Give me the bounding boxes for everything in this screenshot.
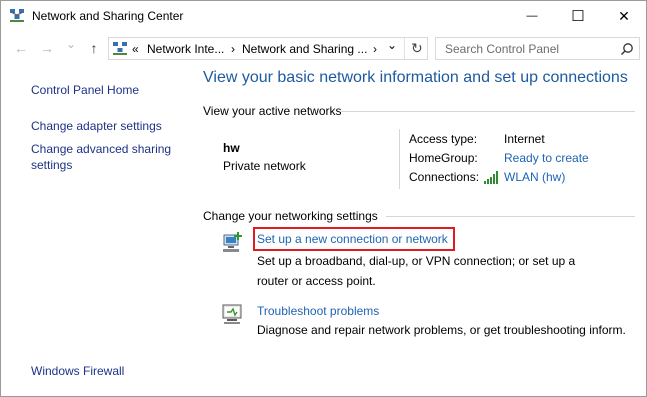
maximize-button[interactable]: ☐ bbox=[555, 1, 601, 31]
search-box[interactable]: Search Control Panel bbox=[435, 37, 640, 60]
network-name: hw bbox=[223, 141, 240, 155]
setup-connection-desc-line1: Set up a broadband, dial-up, or VPN conn… bbox=[257, 254, 576, 268]
troubleshoot-icon bbox=[221, 303, 245, 325]
network-info-divider bbox=[399, 129, 400, 189]
maximize-icon: ☐ bbox=[571, 8, 585, 25]
refresh-button[interactable]: ↻ bbox=[411, 40, 423, 57]
control-panel-home-link[interactable]: Control Panel Home bbox=[31, 82, 139, 98]
recent-locations-button[interactable]: ⌄ bbox=[61, 35, 81, 53]
connections-label: Connections: bbox=[409, 170, 480, 184]
forward-button[interactable]: → bbox=[37, 39, 57, 57]
back-button[interactable]: ← bbox=[11, 39, 31, 57]
address-dropdown-button[interactable]: ⌄ bbox=[387, 38, 397, 52]
search-icon[interactable] bbox=[620, 42, 634, 56]
network-location-icon bbox=[112, 41, 128, 57]
close-button[interactable]: ✕ bbox=[601, 1, 647, 31]
advanced-sharing-line2: settings bbox=[31, 158, 73, 172]
change-settings-label: Change your networking settings bbox=[203, 209, 378, 223]
troubleshoot-link[interactable]: Troubleshoot problems bbox=[257, 304, 379, 318]
network-type: Private network bbox=[223, 159, 306, 173]
active-networks-label: View your active networks bbox=[203, 104, 342, 118]
breadcrumb-network-sharing[interactable]: Network and Sharing ... bbox=[242, 42, 367, 56]
new-connection-icon bbox=[221, 231, 247, 255]
network-app-icon bbox=[9, 8, 25, 24]
homegroup-ready-link[interactable]: Ready to create bbox=[504, 151, 589, 165]
change-settings-divider bbox=[386, 216, 635, 217]
minimize-icon: — bbox=[526, 10, 538, 22]
windows-firewall-link[interactable]: Windows Firewall bbox=[31, 363, 124, 379]
address-divider bbox=[404, 38, 405, 59]
access-type-label: Access type: bbox=[409, 132, 478, 146]
setup-connection-desc-line2: router or access point. bbox=[257, 274, 376, 288]
change-adapter-settings-link[interactable]: Change adapter settings bbox=[31, 118, 162, 134]
access-type-value: Internet bbox=[504, 132, 545, 146]
breadcrumb-separator-icon: › bbox=[373, 42, 377, 56]
close-icon: ✕ bbox=[618, 7, 630, 24]
address-overflow-chevron[interactable]: « bbox=[132, 42, 139, 56]
minimize-button[interactable]: — bbox=[509, 1, 555, 31]
window-title: Network and Sharing Center bbox=[32, 9, 184, 23]
wlan-connection-link[interactable]: WLAN (hw) bbox=[504, 170, 565, 184]
troubleshoot-desc: Diagnose and repair network problems, or… bbox=[257, 323, 626, 337]
highlight-box bbox=[253, 227, 455, 251]
network-sharing-window: Network and Sharing Center — ☐ ✕ ← → ⌄ ↑… bbox=[0, 0, 647, 397]
wifi-signal-icon bbox=[484, 171, 500, 184]
title-bar: Network and Sharing Center — ☐ ✕ bbox=[1, 1, 646, 31]
homegroup-label: HomeGroup: bbox=[409, 151, 478, 165]
breadcrumb-network-internet[interactable]: Network Inte... bbox=[147, 42, 224, 56]
search-input[interactable]: Search Control Panel bbox=[445, 42, 559, 56]
up-button[interactable]: ↑ bbox=[84, 39, 104, 57]
address-bar[interactable]: « Network Inte... › Network and Sharing … bbox=[108, 37, 428, 60]
advanced-sharing-line1: Change advanced sharing bbox=[31, 142, 172, 156]
breadcrumb-separator-icon: › bbox=[231, 42, 235, 56]
page-heading: View your basic network information and … bbox=[203, 69, 628, 86]
change-advanced-sharing-link[interactable]: Change advanced sharing settings bbox=[31, 141, 171, 173]
active-networks-divider bbox=[341, 111, 635, 112]
